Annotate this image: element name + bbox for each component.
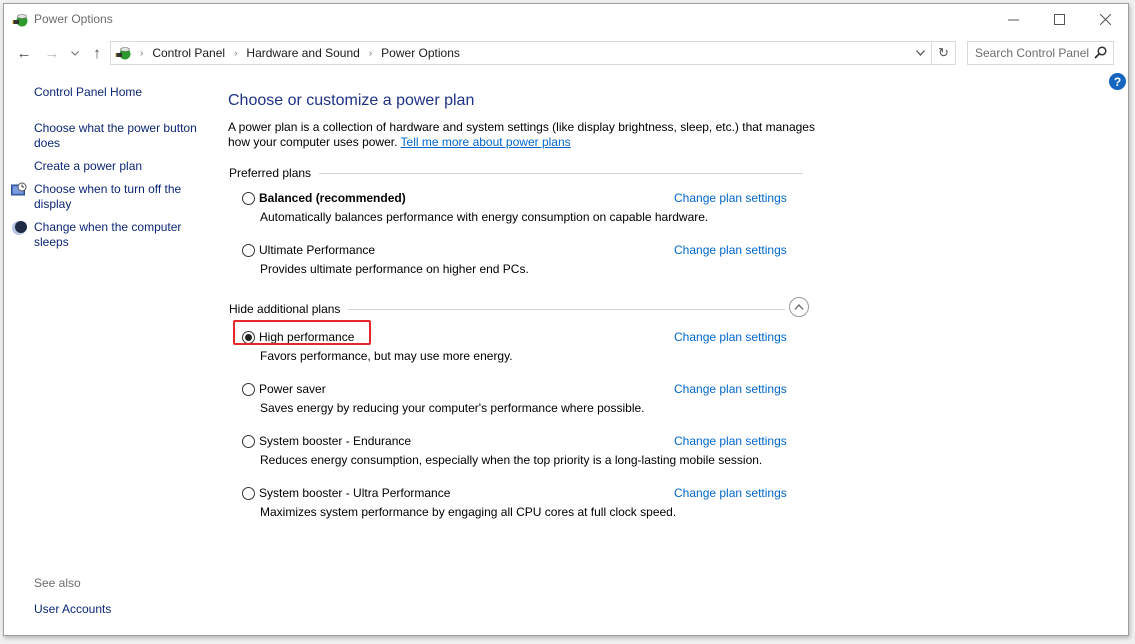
power-options-app-icon <box>12 14 28 27</box>
intro-text: A power plan is a collection of hardware… <box>228 120 818 150</box>
sidebar-item-create-plan[interactable]: Create a power plan <box>34 159 209 174</box>
plan-radio-balanced[interactable] <box>242 192 255 205</box>
navigation-bar: ← → ↑ › Control Panel › Hardware and Sou… <box>4 36 1128 70</box>
plan-description: Maximizes system performance by engaging… <box>260 505 677 519</box>
change-plan-settings-link[interactable]: Change plan settings <box>674 191 787 205</box>
breadcrumb-separator-icon[interactable]: › <box>234 48 237 59</box>
sidebar-item-power-button[interactable]: Choose what the power button does <box>34 121 204 151</box>
window-title: Power Options <box>34 12 113 26</box>
power-options-location-icon <box>115 47 131 60</box>
breadcrumb-separator-icon: › <box>140 47 144 59</box>
back-arrow-icon: ← <box>16 44 32 62</box>
refresh-button[interactable]: ↻ <box>931 42 955 64</box>
search-box[interactable] <box>967 41 1114 65</box>
sidebar-control-panel-home[interactable]: Control Panel Home <box>34 85 209 100</box>
chevron-down-icon <box>71 50 79 56</box>
back-button[interactable]: ← <box>14 44 34 62</box>
page-title: Choose or customize a power plan <box>228 92 475 109</box>
breadcrumb-power-options[interactable]: Power Options <box>381 46 460 60</box>
annotation-highlight-box <box>233 320 371 345</box>
power-options-window: Power Options ← → ↑ › Control Panel › Ha… <box>3 3 1129 636</box>
plan-name[interactable]: System booster - Ultra Performance <box>259 486 450 500</box>
additional-plans-header[interactable]: Hide additional plans <box>229 302 785 316</box>
refresh-icon: ↻ <box>938 45 949 60</box>
collapse-additional-plans-button[interactable] <box>789 297 809 317</box>
sidebar-item-computer-sleeps[interactable]: Change when the computer sleeps <box>34 220 209 250</box>
plan-name[interactable]: Ultimate Performance <box>259 243 375 257</box>
address-dropdown-button[interactable] <box>911 42 929 64</box>
maximize-icon <box>1053 13 1065 25</box>
forward-arrow-icon: → <box>44 44 60 62</box>
plan-radio-power-saver[interactable] <box>242 383 255 396</box>
change-plan-settings-link[interactable]: Change plan settings <box>674 330 787 344</box>
search-input[interactable] <box>975 46 1093 60</box>
see-also-heading: See also <box>34 576 81 590</box>
plan-name[interactable]: Power saver <box>259 382 326 396</box>
forward-button[interactable]: → <box>42 44 62 62</box>
display-timer-icon <box>11 182 27 196</box>
minimize-button[interactable] <box>990 4 1036 34</box>
plan-description: Reduces energy consumption, especially w… <box>260 453 763 467</box>
change-plan-settings-link[interactable]: Change plan settings <box>674 243 787 257</box>
up-button[interactable]: ↑ <box>88 44 106 62</box>
close-button[interactable] <box>1082 4 1128 34</box>
plan-name[interactable]: Balanced (recommended) <box>259 191 406 205</box>
see-also-user-accounts[interactable]: User Accounts <box>34 602 111 616</box>
plan-description: Saves energy by reducing your computer's… <box>260 401 645 415</box>
divider <box>348 308 785 310</box>
help-icon[interactable]: ? <box>1109 73 1126 90</box>
plan-description: Provides ultimate performance on higher … <box>260 262 529 276</box>
change-plan-settings-link[interactable]: Change plan settings <box>674 434 787 448</box>
plan-name[interactable]: System booster - Endurance <box>259 434 411 448</box>
breadcrumb-separator-icon[interactable]: › <box>369 48 372 59</box>
divider <box>319 172 803 174</box>
chevron-up-icon <box>794 304 804 310</box>
breadcrumb-hardware-and-sound[interactable]: Hardware and Sound <box>246 46 359 60</box>
preferred-plans-label: Preferred plans <box>229 166 312 180</box>
tell-me-more-link[interactable]: Tell me more about power plans <box>401 135 571 149</box>
sidebar-item-turn-off-display[interactable]: Choose when to turn off the display <box>34 182 209 212</box>
maximize-button[interactable] <box>1036 4 1082 34</box>
plan-radio-ultimate-performance[interactable] <box>242 244 255 257</box>
title-bar: Power Options <box>4 4 1128 34</box>
plan-radio-system-booster-endurance[interactable] <box>242 435 255 448</box>
plan-description: Automatically balances performance with … <box>260 210 709 224</box>
breadcrumb-control-panel[interactable]: Control Panel <box>152 46 225 60</box>
recent-locations-button[interactable] <box>69 44 81 62</box>
search-icon[interactable] <box>1094 46 1107 59</box>
sleep-moon-icon <box>12 221 27 235</box>
change-plan-settings-link[interactable]: Change plan settings <box>674 382 787 396</box>
plan-description: Favors performance, but may use more ene… <box>260 349 513 363</box>
change-plan-settings-link[interactable]: Change plan settings <box>674 486 787 500</box>
minimize-icon <box>1007 19 1019 20</box>
up-arrow-icon: ↑ <box>93 44 101 62</box>
hide-additional-plans-label[interactable]: Hide additional plans <box>229 302 340 316</box>
address-bar[interactable]: › Control Panel › Hardware and Sound › P… <box>110 41 956 65</box>
close-icon <box>1099 13 1111 25</box>
preferred-plans-header: Preferred plans <box>229 166 803 180</box>
chevron-down-icon <box>915 50 925 56</box>
plan-radio-system-booster-ultra-performance[interactable] <box>242 487 255 500</box>
